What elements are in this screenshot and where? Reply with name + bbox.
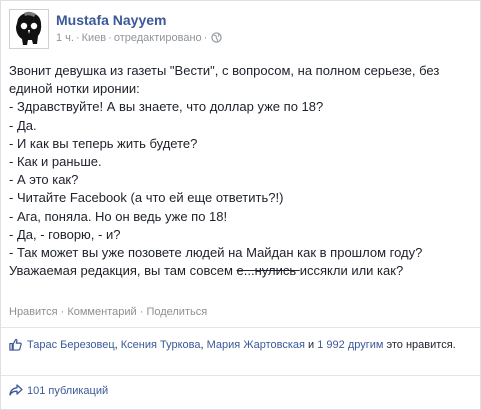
thumbs-up-icon[interactable] <box>9 338 22 351</box>
post-text-line: - Здравствуйте! А вы знаете, что доллар … <box>9 99 324 115</box>
likes-summary: Тарас Березовец, Ксения Туркова, Мария Ж… <box>9 337 475 354</box>
like-button[interactable]: Нравится <box>9 306 58 318</box>
shares-row[interactable]: 101 публикаций <box>9 384 108 397</box>
globe-icon[interactable] <box>211 32 223 46</box>
last-line-end: иссякли или как? <box>299 263 404 279</box>
post-actions: Нравится · Комментарий · Поделиться <box>9 306 207 318</box>
post-text-line: - И как вы теперь жить будете? <box>9 135 198 151</box>
post-text-line: - Да. <box>9 117 37 133</box>
shares-count[interactable]: 101 публикаций <box>27 385 108 397</box>
post-card: Mustafa Nayyem 1 ч. · Киев · отредактировано… <box>0 0 481 410</box>
post-text-line: - Читайте Facebook (а что ей еще ответит… <box>9 190 284 206</box>
post-text-line: - Ага, поняла. Но он ведь уже по 18! <box>9 208 228 224</box>
likes-others-link[interactable]: 1 992 другим <box>317 339 383 351</box>
post-edited[interactable]: отредактировано <box>114 32 202 44</box>
post-meta: 1 ч. · Киев · отредактировано · <box>56 32 223 46</box>
divider <box>1 327 480 328</box>
share-arrow-icon <box>9 384 23 396</box>
post-time[interactable]: 1 ч. <box>56 32 74 44</box>
post-location[interactable]: Киев <box>82 32 107 44</box>
comment-button[interactable]: Комментарий <box>67 306 136 318</box>
divider <box>1 375 480 376</box>
liker-name[interactable]: Тарас Березовец <box>27 339 115 351</box>
post-text-line: единой нотки иронии: <box>9 81 140 97</box>
post-text-line: - А это как? <box>9 172 79 188</box>
liker-name[interactable]: Ксения Туркова <box>121 339 201 351</box>
likes-suffix: это нравится. <box>383 339 456 351</box>
post-text-line: - Да, - говорю, - и? <box>9 226 121 242</box>
avatar-skull-icon <box>16 11 42 45</box>
post-text-line: - Как и раньше. <box>9 154 102 170</box>
author-name[interactable]: Mustafa Nayyem <box>56 12 167 28</box>
meta-separator: · <box>203 32 208 44</box>
likes-text: Тарас Березовец, Ксения Туркова, Мария Ж… <box>27 337 475 354</box>
post-text-last-line: Уважаемая редакция, вы там совсем е...ну… <box>9 262 475 280</box>
likes-conj: и <box>304 339 318 351</box>
liker-name[interactable]: Мария Жартовская <box>207 339 305 351</box>
share-button[interactable]: Поделиться <box>146 306 207 318</box>
post-text-line: Звонит девушка из газеты "Вести", с вопр… <box>9 63 440 78</box>
post-text-line: - Так может вы уже позовете людей на Май… <box>9 245 423 261</box>
action-separator: · <box>60 306 65 318</box>
meta-separator: · <box>108 32 112 44</box>
last-line-start: Уважаемая редакция, вы там совсем <box>9 263 233 279</box>
avatar[interactable] <box>9 9 49 49</box>
struck-text: е...нулись <box>236 263 300 279</box>
post-text: Звонит девушка из газеты "Вести", с вопр… <box>9 62 475 280</box>
meta-separator: · <box>75 32 80 44</box>
action-separator: · <box>139 306 144 318</box>
